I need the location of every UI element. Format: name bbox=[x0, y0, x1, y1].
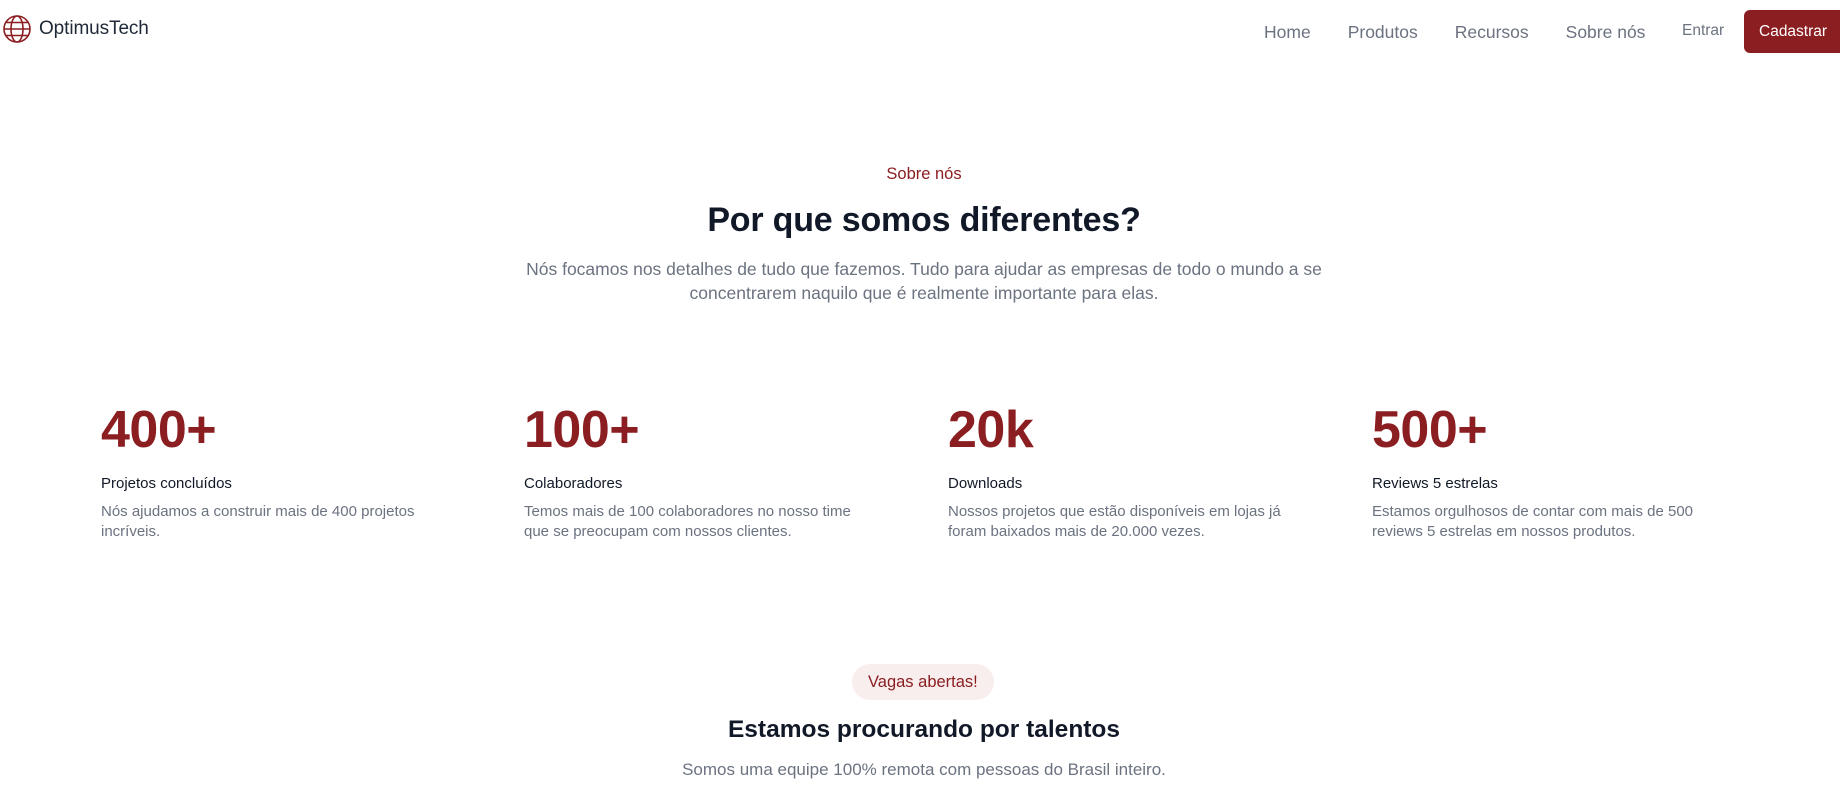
stat-label: Downloads bbox=[948, 475, 1023, 492]
stat-description: Nós ajudamos a construir mais de 400 pro… bbox=[101, 503, 415, 540]
nav-home-link[interactable]: Home bbox=[1264, 22, 1311, 43]
stat-label: Colaboradores bbox=[524, 475, 623, 492]
stat-value: 20k bbox=[948, 401, 1034, 459]
login-link[interactable]: Entrar bbox=[1682, 22, 1724, 40]
jobs-title: Estamos procurando por talentos bbox=[727, 716, 1121, 743]
stat-label: Reviews 5 estrelas bbox=[1372, 475, 1498, 492]
nav-produtos-link[interactable]: Produtos bbox=[1348, 22, 1418, 43]
nav-sobre-link[interactable]: Sobre nós bbox=[1566, 22, 1646, 43]
signup-button[interactable]: Cadastrar bbox=[1744, 10, 1840, 53]
brand-name: OptimusTech bbox=[39, 18, 149, 39]
section-description: Nós focamos nos detalhes de tudo que faz… bbox=[526, 259, 1322, 303]
jobs-badge[interactable]: Vagas abertas! bbox=[852, 664, 994, 700]
site-header: OptimusTech Home Produtos Recursos Sobre… bbox=[0, 0, 1840, 64]
stat-value: 100+ bbox=[524, 401, 640, 459]
stat-value: 500+ bbox=[1372, 401, 1488, 459]
stat-card-projects: 400+ Projetos concluídos Nós ajudamos a … bbox=[101, 400, 441, 542]
stat-value: 400+ bbox=[101, 401, 217, 459]
jobs-description: Somos uma equipe 100% remota com pessoas… bbox=[682, 760, 1166, 779]
stat-description: Temos mais de 100 colaboradores no nosso… bbox=[524, 503, 851, 540]
section-eyebrow: Sobre nós bbox=[886, 165, 962, 183]
brand-logo[interactable]: OptimusTech bbox=[2, 14, 149, 44]
main-nav: Home Produtos Recursos Sobre nós bbox=[1264, 0, 1682, 64]
stat-description: Nossos projetos que estão disponíveis em… bbox=[948, 503, 1281, 540]
globe-icon bbox=[2, 14, 32, 44]
stat-label: Projetos concluídos bbox=[101, 475, 232, 492]
stat-card-collaborators: 100+ Colaboradores Temos mais de 100 col… bbox=[524, 400, 864, 542]
section-title: Por que somos diferentes? bbox=[707, 201, 1141, 239]
stat-description: Estamos orgulhosos de contar com mais de… bbox=[1372, 503, 1693, 540]
nav-recursos-link[interactable]: Recursos bbox=[1455, 22, 1529, 43]
stat-card-reviews: 500+ Reviews 5 estrelas Estamos orgulhos… bbox=[1372, 400, 1712, 542]
stat-card-downloads: 20k Downloads Nossos projetos que estão … bbox=[948, 400, 1288, 542]
